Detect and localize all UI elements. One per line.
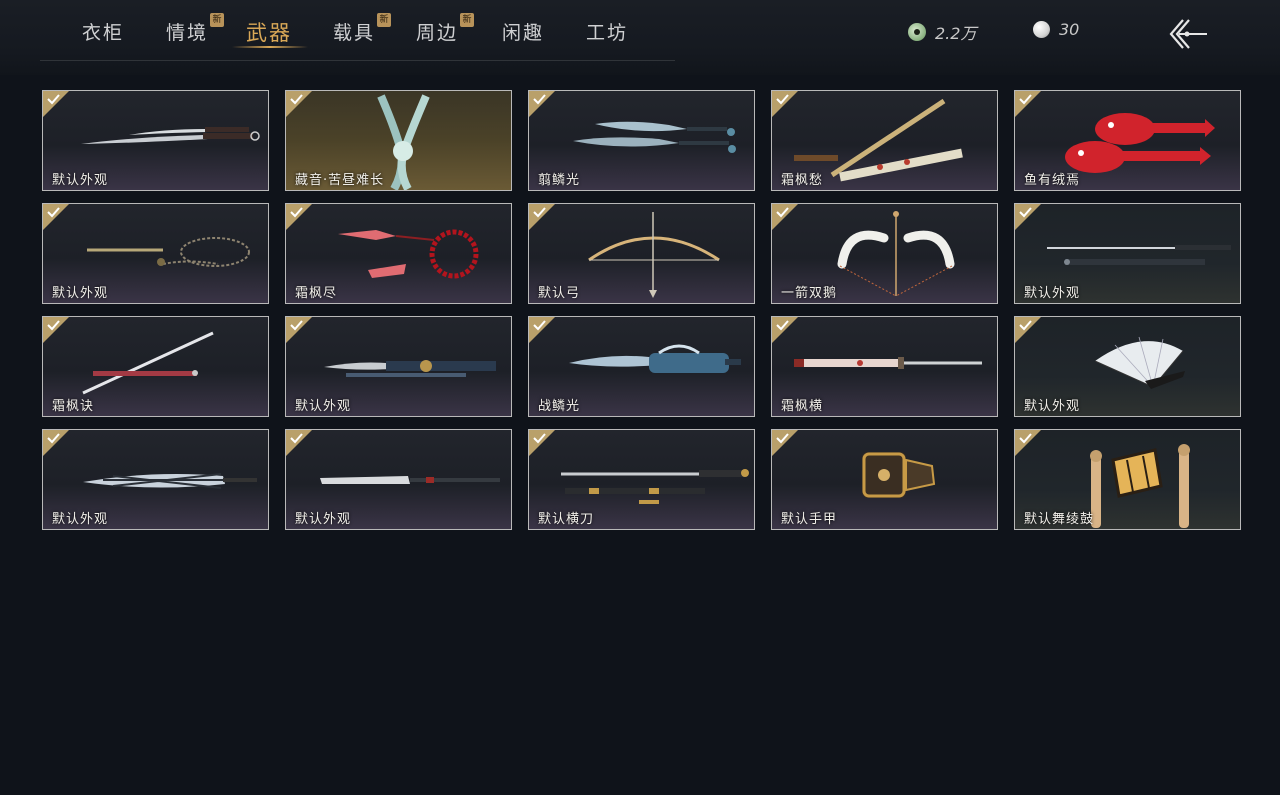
weapon-name: 翦鳞光 — [538, 173, 581, 188]
weapon-name: 默认外观 — [52, 173, 109, 188]
check-icon — [776, 433, 789, 444]
weapon-name: 默认横刀 — [538, 512, 595, 527]
new-badge: 新 — [377, 13, 392, 27]
weapon-card[interactable]: 霜枫横 — [771, 316, 998, 417]
weapon-name: 霜枫横 — [781, 399, 824, 414]
weapon-card[interactable]: 默认舞绫鼓 — [1014, 429, 1241, 530]
weapon-card[interactable]: 默认外观 — [285, 429, 512, 530]
tab-scene[interactable]: 情境新 — [166, 13, 225, 45]
check-icon — [533, 433, 546, 444]
weapon-name: 战鳞光 — [538, 399, 581, 414]
weapon-card[interactable]: 默认外观 — [42, 203, 269, 304]
weapon-name: 默认外观 — [1024, 286, 1081, 301]
check-icon — [47, 94, 60, 105]
tab-leisure[interactable]: 闲趣 — [502, 18, 544, 45]
check-icon — [776, 94, 789, 105]
tab-merch[interactable]: 周边新 — [416, 13, 475, 45]
weapon-card[interactable]: 默认横刀 — [528, 429, 755, 530]
pearl-currency: 30 — [1033, 20, 1079, 39]
check-icon — [290, 207, 303, 218]
tab-label: 闲趣 — [502, 22, 545, 44]
jade-coin-icon — [908, 23, 926, 41]
check-icon — [290, 320, 303, 331]
weapon-name: 默认外观 — [52, 286, 109, 301]
check-icon — [47, 207, 60, 218]
weapon-card[interactable]: 默认外观 — [1014, 203, 1241, 304]
tab-label: 衣柜 — [82, 22, 125, 44]
jade-amount: 2.2万 — [935, 24, 977, 43]
weapon-name: 鱼有绒焉 — [1024, 173, 1081, 188]
weapon-name: 默认弓 — [538, 286, 581, 301]
weapon-card[interactable]: 霜枫愁 — [771, 90, 998, 191]
check-icon — [1019, 320, 1032, 331]
weapon-name: 默认舞绫鼓 — [1024, 512, 1095, 527]
check-icon — [533, 207, 546, 218]
tab-label: 载具 — [333, 22, 376, 44]
back-button[interactable] — [1165, 16, 1211, 52]
weapon-name: 默认外观 — [295, 512, 352, 527]
weapon-name: 霜枫尽 — [295, 286, 338, 301]
tab-label: 情境 — [166, 22, 209, 44]
tab-vehicles[interactable]: 载具新 — [333, 13, 392, 45]
category-tabs: 衣柜 情境新 武器 载具新 周边新 闲趣 工坊 — [40, 0, 675, 61]
tab-label: 周边 — [416, 22, 459, 44]
check-icon — [533, 320, 546, 331]
weapon-name: 默认外观 — [1024, 399, 1081, 414]
weapon-name: 默认外观 — [295, 399, 352, 414]
check-icon — [1019, 433, 1032, 444]
check-icon — [290, 433, 303, 444]
weapon-card[interactable]: 一箭双鹅 — [771, 203, 998, 304]
weapon-card[interactable]: 默认手甲 — [771, 429, 998, 530]
check-icon — [776, 207, 789, 218]
check-icon — [1019, 94, 1032, 105]
check-icon — [290, 94, 303, 105]
check-icon — [1019, 207, 1032, 218]
weapon-card[interactable]: 藏音·苦昼难长 — [285, 90, 512, 191]
weapon-name: 霜枫诀 — [52, 399, 95, 414]
new-badge: 新 — [460, 13, 475, 27]
weapon-name: 藏音·苦昼难长 — [295, 173, 385, 188]
weapon-card[interactable]: 战鳞光 — [528, 316, 755, 417]
weapon-card[interactable]: 默认外观 — [42, 429, 269, 530]
weapon-card[interactable]: 霜枫诀 — [42, 316, 269, 417]
back-arrow-icon — [1169, 19, 1207, 49]
weapon-name: 默认手甲 — [781, 512, 838, 527]
check-icon — [47, 433, 60, 444]
tab-label: 武器 — [246, 21, 292, 45]
tab-workshop[interactable]: 工坊 — [586, 18, 628, 45]
weapon-name: 一箭双鹅 — [781, 286, 838, 301]
weapon-name: 霜枫愁 — [781, 173, 824, 188]
pearl-icon — [1033, 21, 1050, 38]
check-icon — [776, 320, 789, 331]
weapon-card[interactable]: 默认弓 — [528, 203, 755, 304]
new-badge: 新 — [210, 13, 225, 27]
weapon-name: 默认外观 — [52, 512, 109, 527]
pearl-amount: 30 — [1059, 20, 1080, 39]
weapon-card[interactable]: 默认外观 — [42, 90, 269, 191]
weapon-card[interactable]: 默认外观 — [1014, 316, 1241, 417]
tab-weapons[interactable]: 武器 — [246, 17, 292, 47]
tab-wardrobe[interactable]: 衣柜 — [82, 18, 124, 45]
active-tab-indicator — [232, 46, 308, 48]
weapon-card[interactable]: 默认外观 — [285, 316, 512, 417]
weapon-card[interactable]: 鱼有绒焉 — [1014, 90, 1241, 191]
weapon-card[interactable]: 霜枫尽 — [285, 203, 512, 304]
check-icon — [533, 94, 546, 105]
tab-label: 工坊 — [586, 22, 629, 44]
top-bar: 衣柜 情境新 武器 载具新 周边新 闲趣 工坊 2.2万 30 — [0, 0, 1280, 75]
jade-currency: 2.2万 — [908, 20, 976, 44]
weapon-card[interactable]: 翦鳞光 — [528, 90, 755, 191]
check-icon — [47, 320, 60, 331]
